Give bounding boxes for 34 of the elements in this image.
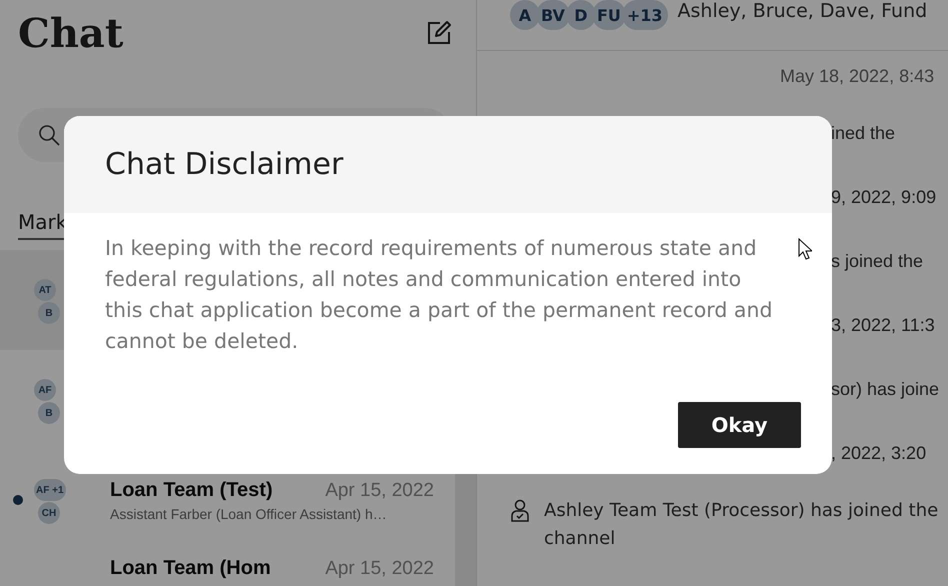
avatar: AF +1	[34, 479, 66, 501]
avatar: B	[38, 402, 60, 424]
conversation-preview: Assistant Farber (Loan Officer Assistant) h…	[110, 506, 388, 522]
timestamp: May 18, 2022, 8:43	[780, 66, 934, 86]
okay-button[interactable]: Okay	[678, 402, 801, 448]
message-text: , 2022, 3:20	[831, 442, 926, 464]
search-icon	[38, 124, 60, 146]
conversation-name: Loan Team (Test)	[110, 478, 273, 502]
system-message: Ashley Team Test (Processor) has joined the channel	[544, 499, 940, 551]
conversation-date: Apr 15, 2022	[325, 480, 434, 502]
avatar: A	[510, 0, 540, 30]
avatar: CH	[38, 502, 60, 524]
dialog-title: Chat Disclaimer	[105, 147, 344, 182]
avatar: AT	[34, 279, 56, 301]
message-text: 9, 2022, 9:09	[831, 186, 936, 208]
message-text: s joined the	[831, 250, 924, 272]
avatar: +13	[622, 0, 668, 30]
pointer-icon	[798, 238, 812, 260]
message-text: sor) has joine	[831, 378, 940, 400]
conversation-name: Loan Team (Hom	[110, 557, 271, 580]
page-title: Chat	[18, 10, 124, 56]
conversation-date: Apr 15, 2022	[325, 558, 434, 580]
user-check-icon	[510, 499, 530, 523]
message-text: 3, 2022, 11:3	[831, 314, 935, 336]
avatar: FU	[592, 0, 626, 30]
avatar: AF	[34, 379, 56, 401]
avatar: D	[566, 0, 596, 30]
avatar: BV	[536, 0, 570, 30]
compose-icon[interactable]	[426, 20, 452, 46]
conversation-item[interactable]: AF +1 CH Loan Team (Test) Apr 15, 2022 Assistant Farber (Loan Officer Assistant) h…	[0, 450, 454, 550]
participant-names: Ashley, Bruce, Dave, Fund	[678, 0, 928, 22]
conversation-item[interactable]: Loan Team (Hom Apr 15, 2022	[0, 550, 454, 580]
message-text: ined the	[831, 122, 896, 144]
avatar: B	[38, 302, 60, 324]
